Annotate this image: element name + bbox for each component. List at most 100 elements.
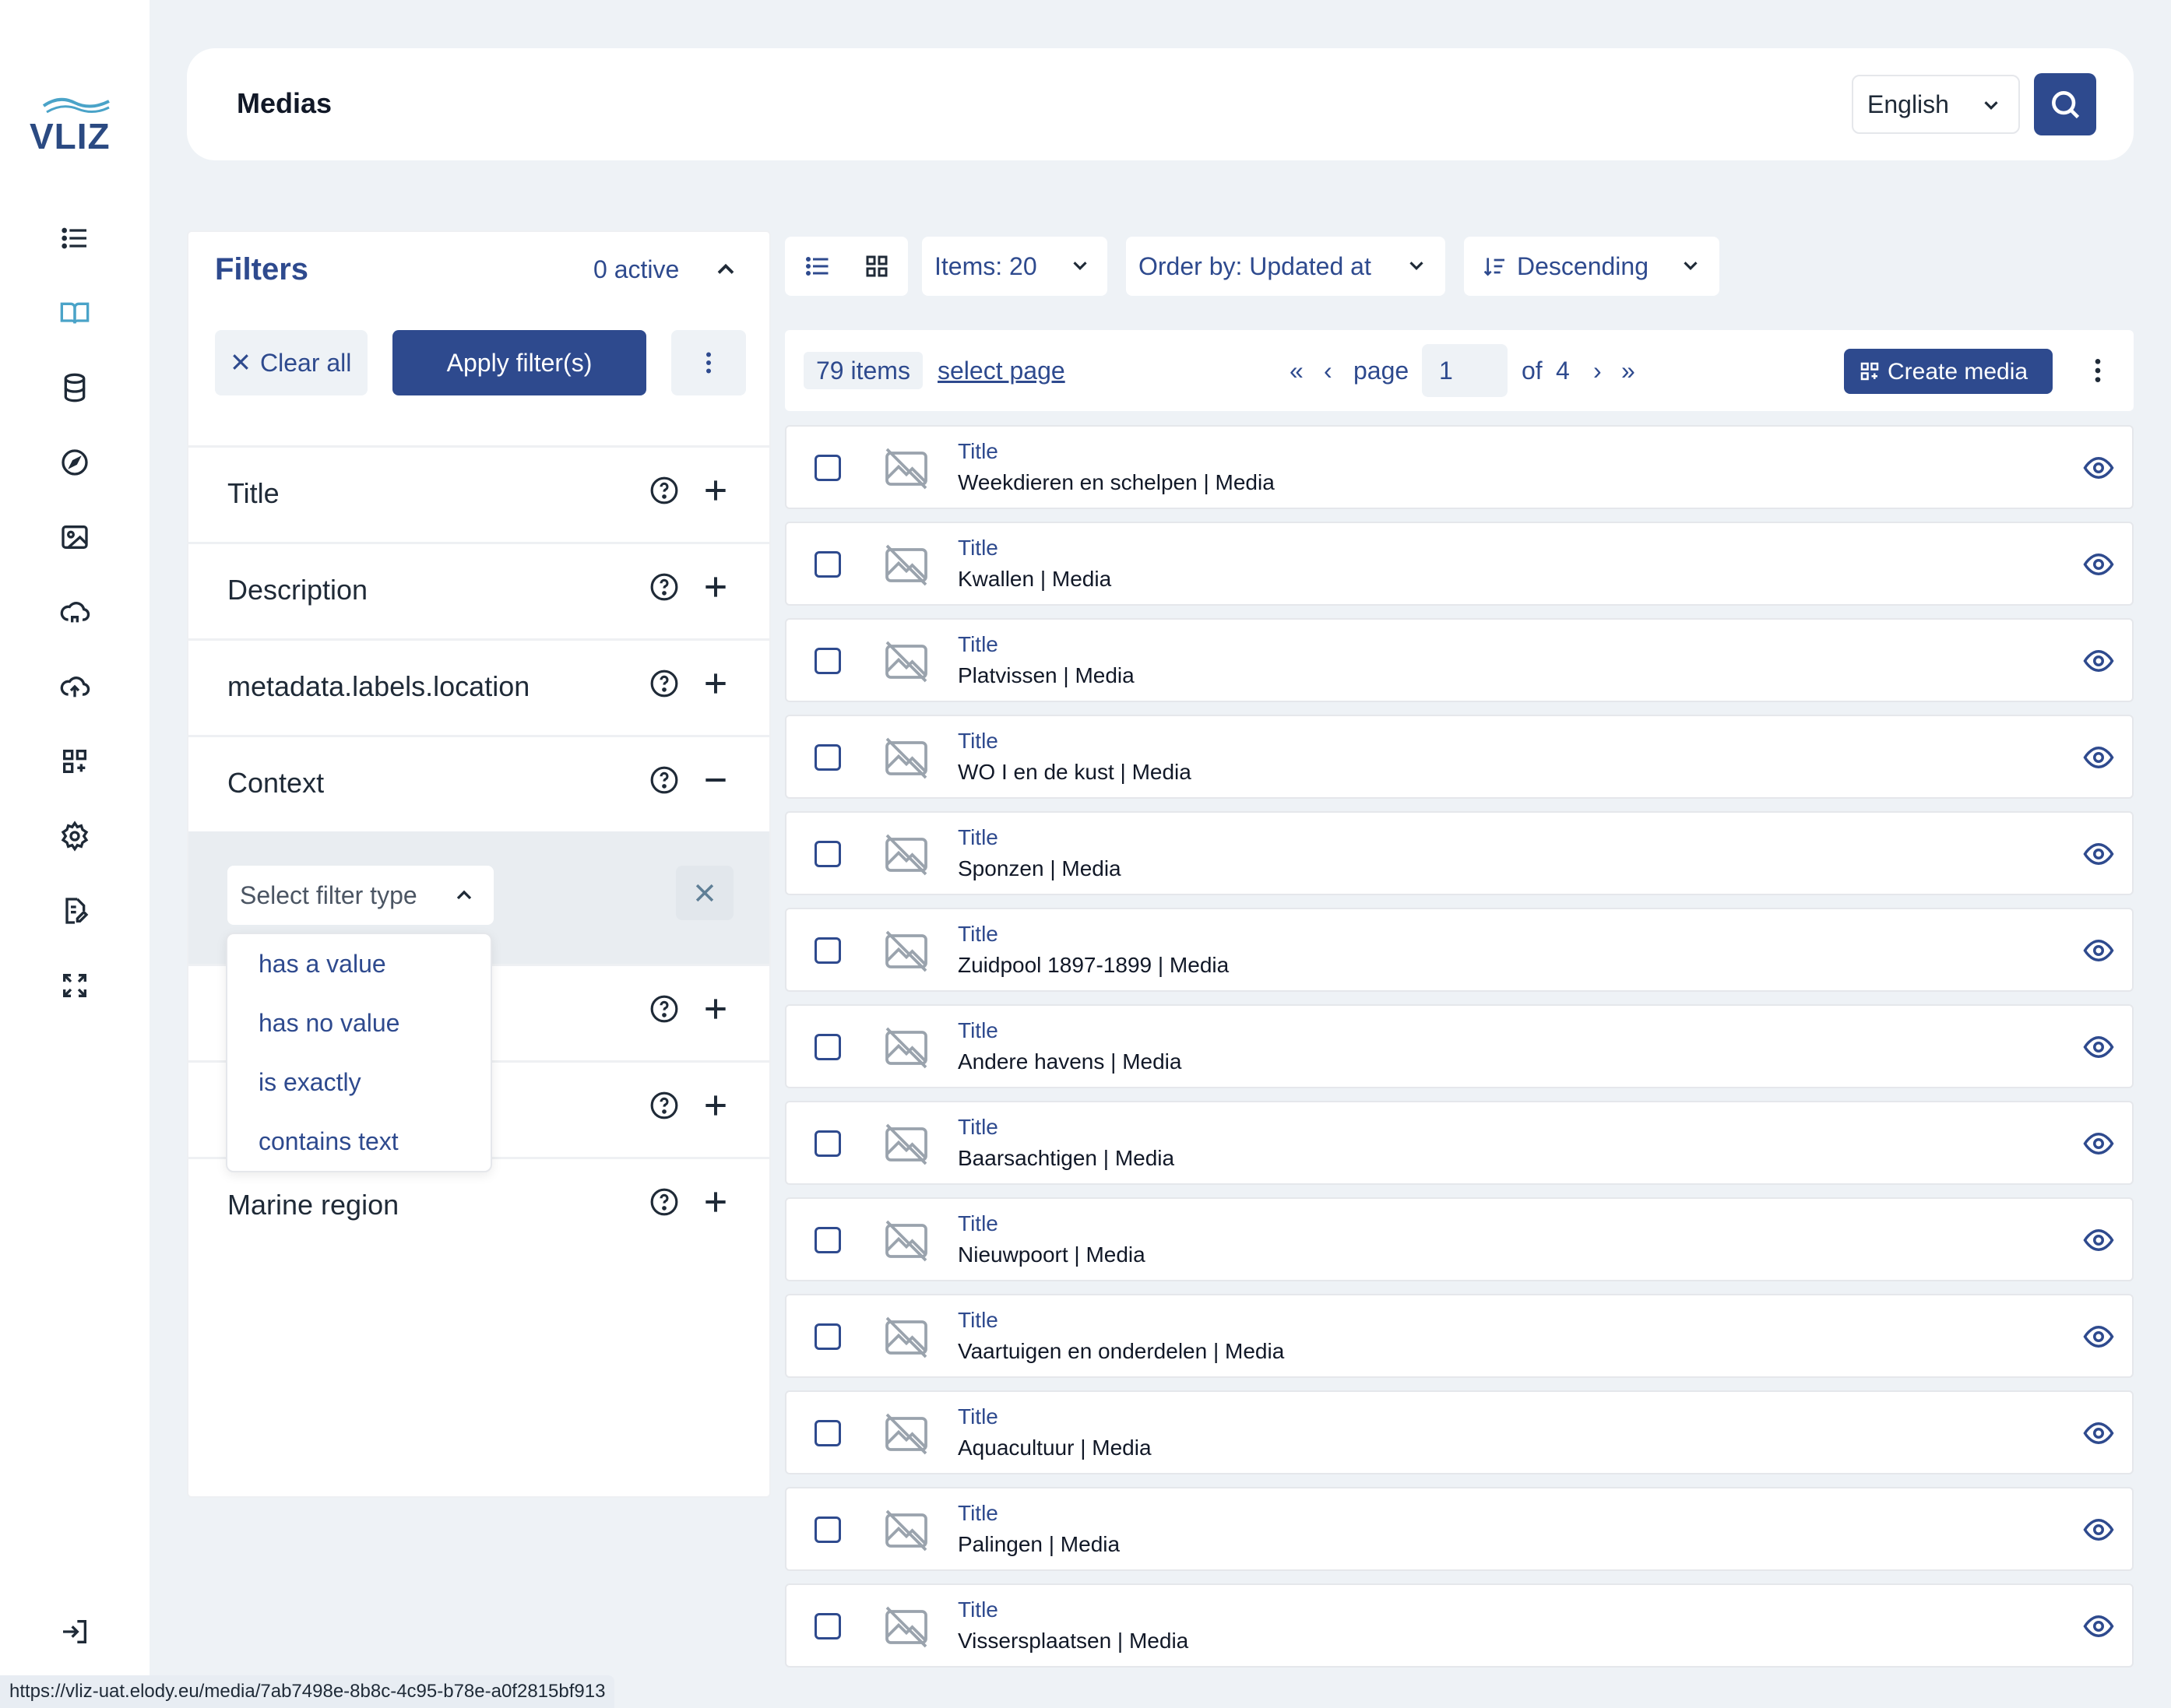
row-checkbox[interactable] [815, 1323, 841, 1350]
row-checkbox[interactable] [815, 1420, 841, 1446]
order-by-select[interactable]: Order by: Updated at [1126, 237, 1445, 296]
help-icon[interactable] [649, 994, 679, 1024]
row-checkbox[interactable] [815, 744, 841, 771]
media-row[interactable]: Title Vissersplaatsen | Media [785, 1583, 2134, 1668]
eye-icon[interactable] [2082, 1224, 2115, 1256]
items-per-page-select[interactable]: Items: 20 [922, 237, 1107, 296]
media-row[interactable]: Title Kwallen | Media [785, 522, 2134, 606]
minus-icon[interactable] [701, 765, 730, 795]
media-row[interactable]: Title Palingen | Media [785, 1487, 2134, 1571]
dropdown-option[interactable]: has a value [259, 950, 386, 979]
row-checkbox[interactable] [815, 1227, 841, 1253]
list-view-icon[interactable] [804, 252, 832, 280]
clear-all-button[interactable]: Clear all [215, 330, 368, 395]
dropdown-option[interactable]: is exactly [259, 1068, 361, 1097]
sort-icon [1483, 258, 1504, 276]
row-checkbox[interactable] [815, 1034, 841, 1060]
of-label: of [1522, 357, 1543, 385]
search-button[interactable] [2034, 73, 2096, 135]
filter-row-description[interactable]: Description [188, 542, 769, 637]
eye-icon[interactable] [2082, 1417, 2115, 1450]
plus-icon[interactable] [701, 476, 730, 505]
no-image-icon [885, 930, 927, 972]
plus-icon[interactable] [701, 1091, 730, 1120]
eye-icon[interactable] [2082, 934, 2115, 967]
more-vertical-icon[interactable] [2082, 355, 2113, 386]
grid-view-icon[interactable] [863, 252, 891, 280]
filter-row-context[interactable]: Context [188, 735, 769, 830]
help-icon[interactable] [649, 1187, 679, 1217]
image-icon[interactable] [59, 522, 90, 553]
eye-icon[interactable] [2082, 1320, 2115, 1353]
eye-icon[interactable] [2082, 1031, 2115, 1063]
plus-icon[interactable] [701, 669, 730, 698]
eye-icon[interactable] [2082, 1127, 2115, 1160]
last-page-button[interactable]: » [1621, 357, 1635, 385]
database-icon[interactable] [59, 372, 90, 403]
media-row[interactable]: Title Platvissen | Media [785, 618, 2134, 702]
plus-icon[interactable] [701, 572, 730, 602]
help-icon[interactable] [649, 669, 679, 698]
apply-filters-button[interactable]: Apply filter(s) [392, 330, 646, 395]
previous-page-button[interactable]: ‹ [1324, 357, 1332, 385]
media-row[interactable]: Title Weekdieren en schelpen | Media [785, 425, 2134, 509]
compass-icon[interactable] [59, 447, 90, 478]
media-row[interactable]: Title Andere havens | Media [785, 1004, 2134, 1088]
first-page-button[interactable]: « [1290, 357, 1304, 385]
cloud-upload-icon[interactable] [59, 671, 90, 702]
select-page-link[interactable]: select page [938, 357, 1065, 385]
logout-icon[interactable] [59, 1616, 90, 1647]
remove-filter-button[interactable] [676, 866, 734, 920]
row-checkbox[interactable] [815, 937, 841, 964]
eye-icon[interactable] [2082, 741, 2115, 774]
sort-direction-select[interactable]: Descending [1464, 237, 1719, 296]
eye-icon[interactable] [2082, 452, 2115, 484]
list-icon[interactable] [59, 223, 90, 254]
eye-icon[interactable] [2082, 838, 2115, 870]
row-checkbox[interactable] [815, 1130, 841, 1157]
help-icon[interactable] [649, 476, 679, 505]
page-number-input[interactable] [1422, 344, 1508, 397]
cloud-home-icon[interactable] [59, 596, 90, 627]
media-row[interactable]: Title Vaartuigen en onderdelen | Media [785, 1294, 2134, 1378]
row-checkbox[interactable] [815, 1516, 841, 1543]
eye-icon[interactable] [2082, 548, 2115, 581]
media-row[interactable]: Title Zuidpool 1897-1899 | Media [785, 908, 2134, 992]
next-page-button[interactable]: › [1593, 357, 1602, 385]
page-title: Medias [237, 87, 333, 119]
filter-row-title[interactable]: Title [188, 445, 769, 540]
help-icon[interactable] [649, 572, 679, 602]
eye-icon[interactable] [2082, 1610, 2115, 1643]
apps-add-icon[interactable] [59, 746, 90, 777]
row-checkbox[interactable] [815, 1613, 841, 1639]
filter-row-location[interactable]: metadata.labels.location [188, 638, 769, 733]
dropdown-option[interactable]: contains text [259, 1127, 399, 1156]
media-row[interactable]: Title Sponzen | Media [785, 811, 2134, 895]
dropdown-option[interactable]: has no value [259, 1009, 399, 1038]
media-row[interactable]: Title Aquacultuur | Media [785, 1390, 2134, 1474]
media-row[interactable]: Title Nieuwpoort | Media [785, 1197, 2134, 1281]
create-media-button[interactable]: Create media [1844, 349, 2053, 394]
language-select[interactable]: English [1852, 75, 2020, 134]
filters-more-button[interactable] [671, 330, 746, 395]
plus-icon[interactable] [701, 1187, 730, 1217]
chevron-up-icon [456, 890, 472, 900]
settings-icon[interactable] [59, 821, 90, 852]
media-row[interactable]: Title Baarsachtigen | Media [785, 1101, 2134, 1185]
row-checkbox[interactable] [815, 648, 841, 674]
plus-icon[interactable] [701, 994, 730, 1024]
media-row[interactable]: Title WO I en de kust | Media [785, 715, 2134, 799]
vliz-logo[interactable]: VLIZ [30, 92, 123, 156]
row-checkbox[interactable] [815, 455, 841, 481]
filter-type-select[interactable]: Select filter type [227, 866, 494, 925]
help-icon[interactable] [649, 765, 679, 795]
expand-icon[interactable] [59, 970, 90, 1001]
help-icon[interactable] [649, 1091, 679, 1120]
book-icon[interactable] [59, 297, 90, 329]
row-checkbox[interactable] [815, 841, 841, 867]
eye-icon[interactable] [2082, 645, 2115, 677]
document-edit-icon[interactable] [59, 895, 90, 926]
chevron-up-icon[interactable] [712, 255, 740, 283]
row-checkbox[interactable] [815, 551, 841, 578]
eye-icon[interactable] [2082, 1513, 2115, 1546]
